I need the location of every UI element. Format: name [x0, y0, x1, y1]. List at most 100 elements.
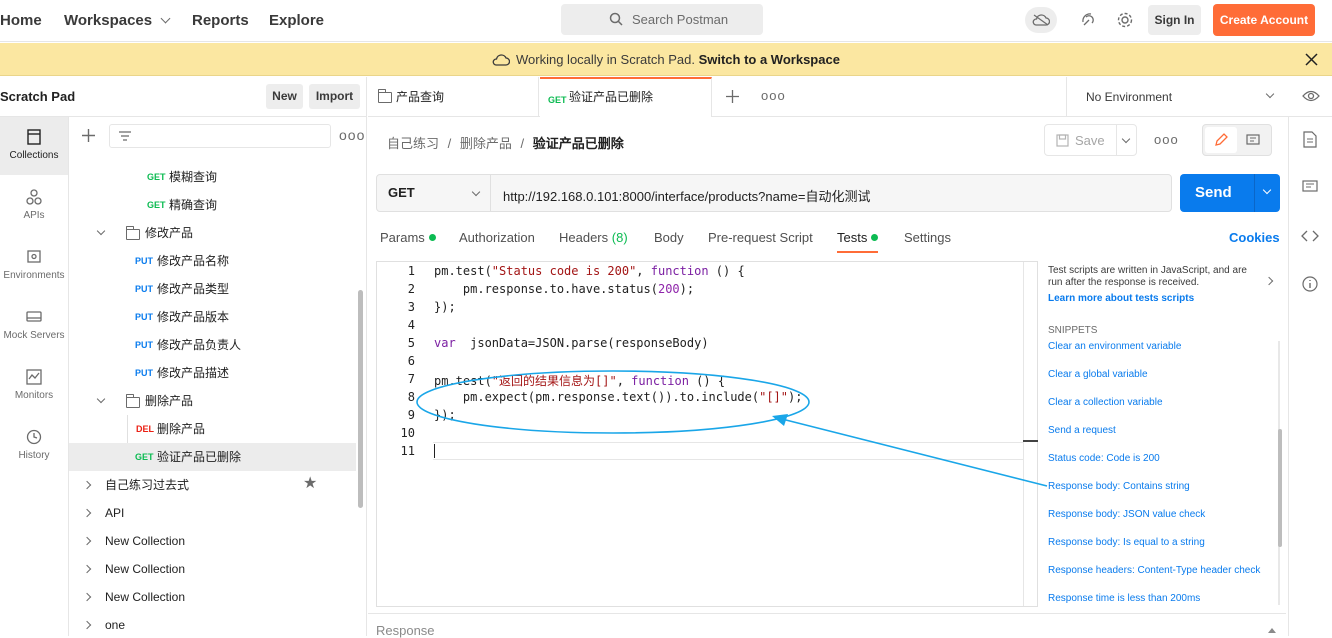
folder-item[interactable]: 删除产品: [69, 387, 356, 415]
tab-product-query[interactable]: 产品查询: [368, 77, 539, 117]
more-options-icon[interactable]: ooo: [1154, 132, 1179, 147]
snippet-link[interactable]: Response body: Is equal to a string: [1048, 537, 1205, 548]
tree-item[interactable]: PUT 修改产品类型: [69, 275, 356, 303]
tab-authorization[interactable]: Authorization: [459, 230, 535, 245]
new-button[interactable]: New: [266, 84, 303, 109]
snippet-link[interactable]: Response body: JSON value check: [1048, 509, 1205, 520]
breadcrumb-item[interactable]: 自己练习: [387, 136, 439, 151]
nav-reports[interactable]: Reports: [192, 12, 249, 29]
tab-tests[interactable]: Tests: [837, 230, 879, 253]
snippet-link[interactable]: Clear a collection variable: [1048, 397, 1163, 408]
snippet-link[interactable]: Response headers: Content-Type header ch…: [1048, 565, 1260, 576]
chevron-right-icon[interactable]: [1264, 276, 1274, 286]
collection-item[interactable]: New Collection: [69, 555, 356, 583]
switch-workspace-link[interactable]: Switch to a Workspace: [699, 52, 840, 67]
collections-icon: [27, 129, 41, 145]
scratch-pad-header: Scratch Pad New Import: [0, 77, 367, 117]
tree-item[interactable]: GET 模糊查询: [69, 163, 356, 191]
nav-explore[interactable]: Explore: [269, 12, 324, 29]
comments-icon[interactable]: [1302, 180, 1318, 194]
snippet-link[interactable]: Response body: Contains string: [1048, 481, 1190, 492]
tree-item[interactable]: GET 精确查询: [69, 191, 356, 219]
collection-name: 自己练习过去式: [105, 478, 190, 492]
tab-settings[interactable]: Settings: [904, 230, 951, 245]
tree-item[interactable]: PUT 修改产品版本: [69, 303, 356, 331]
sidebar-item-environments[interactable]: Environments: [0, 237, 68, 295]
comment-icon[interactable]: [1246, 134, 1260, 146]
tree-item[interactable]: PUT 修改产品负责人: [69, 331, 356, 359]
add-tab-icon[interactable]: [726, 90, 739, 103]
satellite-icon[interactable]: [1079, 10, 1099, 30]
method-badge: DEL: [136, 424, 154, 434]
code-line: var jsonData=JSON.parse(responseBody): [434, 336, 709, 350]
url-input[interactable]: http://192.168.0.101:8000/interface/prod…: [503, 186, 870, 205]
collection-item[interactable]: API: [69, 499, 356, 527]
tests-side-panel: Test scripts are written in JavaScript, …: [1040, 261, 1286, 607]
sidebar-item-apis[interactable]: APIs: [0, 177, 68, 235]
tree-item[interactable]: PUT 修改产品名称: [69, 247, 356, 275]
collection-item[interactable]: New Collection: [69, 583, 356, 611]
eye-icon[interactable]: [1302, 89, 1320, 103]
settings-gear-icon[interactable]: [1115, 10, 1135, 30]
breadcrumb-current: 验证产品已删除: [532, 136, 624, 151]
sidebar-label: Monitors: [14, 390, 54, 401]
sidebar-item-history[interactable]: History: [0, 417, 68, 475]
chevron-right-icon: [82, 592, 92, 602]
sidebar-item-collections[interactable]: Collections: [0, 117, 68, 175]
info-icon[interactable]: [1302, 276, 1318, 292]
breadcrumb-item[interactable]: 删除产品: [460, 136, 512, 151]
create-account-button[interactable]: Create Account: [1213, 4, 1315, 36]
save-button[interactable]: Save: [1075, 133, 1105, 148]
tree-item[interactable]: PUT 修改产品描述: [69, 359, 356, 387]
snippet-link[interactable]: Response time is less than 200ms: [1048, 593, 1200, 604]
edit-mode-button[interactable]: [1205, 127, 1237, 153]
collection-item[interactable]: 自己练习过去式 ★: [69, 471, 356, 499]
sidebar-item-mock-servers[interactable]: Mock Servers: [0, 297, 68, 355]
sidebar-item-monitors[interactable]: Monitors: [0, 357, 68, 415]
add-icon[interactable]: [82, 129, 95, 142]
scrollbar[interactable]: [1278, 429, 1282, 547]
environment-select[interactable]: No Environment: [1066, 77, 1288, 117]
chevron-down-icon[interactable]: [1262, 185, 1272, 195]
tab-verify-deleted[interactable]: GET 验证产品已删除: [540, 77, 712, 117]
response-pane[interactable]: Response: [368, 613, 1286, 638]
highlight-ellipse: [416, 370, 810, 434]
star-icon[interactable]: ★: [303, 470, 317, 498]
more-tabs-icon[interactable]: ooo: [761, 88, 786, 103]
scrollbar[interactable]: [358, 290, 363, 508]
tree-item-selected[interactable]: GET 验证产品已删除: [69, 443, 356, 471]
tab-pre-request-script[interactable]: Pre-request Script: [708, 230, 813, 245]
documentation-icon[interactable]: [1303, 131, 1317, 148]
collection-item[interactable]: New Collection: [69, 527, 356, 555]
more-options-icon[interactable]: ooo: [339, 127, 365, 143]
collection-item[interactable]: one: [69, 611, 356, 636]
filter-input[interactable]: [109, 124, 331, 148]
nav-workspaces[interactable]: Workspaces: [64, 12, 169, 29]
search-input[interactable]: Search Postman: [561, 4, 763, 35]
environment-label: No Environment: [1086, 90, 1173, 104]
history-icon: [26, 429, 42, 445]
tab-headers[interactable]: Headers (8): [559, 230, 628, 245]
nav-home[interactable]: Home: [0, 12, 42, 29]
chevron-up-icon[interactable]: [1268, 628, 1276, 633]
cookies-link[interactable]: Cookies: [1229, 230, 1280, 245]
learn-more-link[interactable]: Learn more about tests scripts: [1048, 293, 1194, 304]
close-icon[interactable]: [1305, 53, 1318, 66]
method-select[interactable]: GET: [377, 175, 491, 211]
code-icon[interactable]: [1301, 229, 1319, 243]
tab-body[interactable]: Body: [654, 230, 684, 245]
divider: [1254, 174, 1255, 212]
snippet-link[interactable]: Send a request: [1048, 425, 1116, 436]
tree-item[interactable]: DEL 删除产品: [69, 415, 356, 471]
tab-params[interactable]: Params: [380, 230, 436, 245]
snippet-link[interactable]: Clear an environment variable: [1048, 341, 1181, 352]
sign-in-button[interactable]: Sign In: [1148, 5, 1201, 35]
snippet-link[interactable]: Clear a global variable: [1048, 369, 1148, 380]
offline-cloud-icon[interactable]: [1025, 7, 1057, 33]
snippet-link[interactable]: Status code: Code is 200: [1048, 453, 1160, 464]
send-button[interactable]: Send: [1180, 174, 1280, 212]
folder-item[interactable]: 修改产品: [69, 219, 356, 247]
import-button[interactable]: Import: [309, 84, 360, 109]
chevron-down-icon[interactable]: [1121, 134, 1131, 144]
method-badge: PUT: [135, 284, 153, 294]
